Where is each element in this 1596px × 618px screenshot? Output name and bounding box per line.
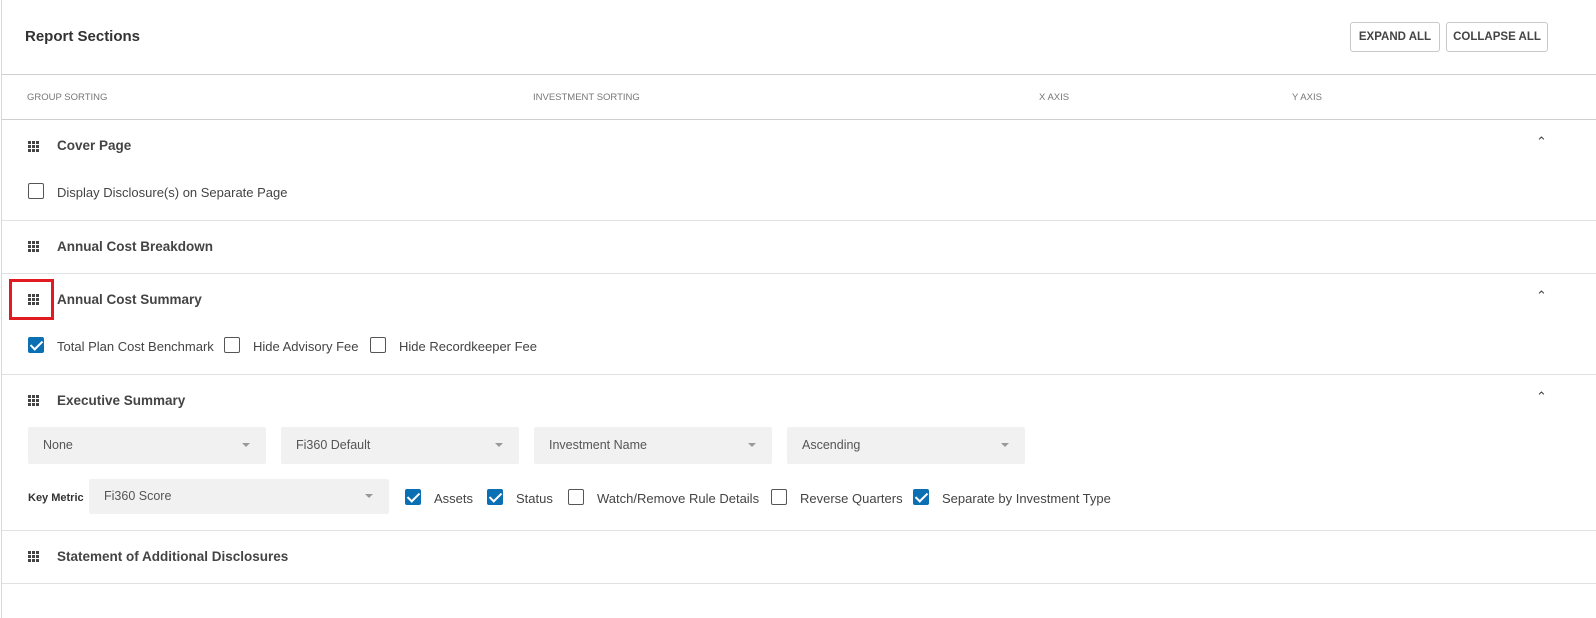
grip-icon[interactable] <box>28 141 39 152</box>
highlight-box <box>9 279 54 320</box>
panel-header: Report Sections EXPAND ALL COLLAPSE ALL <box>2 0 1596 75</box>
column-header-group-sorting: GROUP SORTING <box>27 92 108 103</box>
column-header-y-axis: Y AXIS <box>1292 92 1322 103</box>
checkbox-status[interactable] <box>487 489 503 505</box>
checkbox-label: Watch/Remove Rule Details <box>597 491 760 506</box>
caret-down-icon <box>495 443 503 447</box>
checkbox-label: Separate by Investment Type <box>942 491 1111 506</box>
section-title-additional-disclosures[interactable]: Statement of Additional Disclosures <box>57 549 288 564</box>
checkbox-total-plan-cost-benchmark[interactable] <box>28 337 44 353</box>
chevron-up-icon[interactable]: ⌃ <box>1536 389 1547 405</box>
caret-down-icon <box>365 494 373 498</box>
checkbox-assets[interactable] <box>405 489 421 505</box>
page-title: Report Sections <box>25 28 141 45</box>
section-title-annual-cost-summary[interactable]: Annual Cost Summary <box>57 292 202 307</box>
key-metric-label: Key Metric <box>28 492 84 504</box>
select-value: None <box>43 438 73 452</box>
section-title-annual-cost-breakdown[interactable]: Annual Cost Breakdown <box>57 239 213 254</box>
caret-down-icon <box>1001 443 1009 447</box>
checkbox-label: Hide Advisory Fee <box>253 339 359 354</box>
checkbox-label: Hide Recordkeeper Fee <box>399 339 538 354</box>
select-value: Fi360 Default <box>296 438 371 452</box>
section-annual-cost-summary: Annual Cost Summary ⌃ Total Plan Cost Be… <box>2 274 1596 375</box>
checkbox-hide-recordkeeper-fee[interactable] <box>370 337 386 353</box>
checkbox-display-disclosures[interactable] <box>28 183 44 199</box>
section-additional-disclosures: Statement of Additional Disclosures <box>2 531 1596 584</box>
group-sorting-select[interactable]: None <box>28 427 266 464</box>
section-title-cover-page[interactable]: Cover Page <box>57 138 131 153</box>
section-cover-page: Cover Page ⌃ Display Disclosure(s) on Se… <box>2 120 1596 221</box>
checkbox-label: Reverse Quarters <box>800 491 903 506</box>
collapse-all-button[interactable]: COLLAPSE ALL <box>1446 22 1548 52</box>
grip-icon[interactable] <box>28 395 39 406</box>
chevron-up-icon[interactable]: ⌃ <box>1536 134 1547 150</box>
chevron-up-icon[interactable]: ⌃ <box>1536 288 1547 304</box>
grip-icon[interactable] <box>28 551 39 562</box>
select-value: Ascending <box>802 438 861 452</box>
checkbox-watch-remove-rule-details[interactable] <box>568 489 584 505</box>
grip-icon[interactable] <box>28 241 39 252</box>
checkbox-label: Assets <box>434 491 474 506</box>
column-header-investment-sorting: INVESTMENT SORTING <box>533 92 640 103</box>
section-title-executive-summary[interactable]: Executive Summary <box>57 393 185 408</box>
expand-all-button[interactable]: EXPAND ALL <box>1350 22 1440 52</box>
select-value: Fi360 Score <box>104 489 172 503</box>
checkbox-label: Total Plan Cost Benchmark <box>57 339 214 354</box>
key-metric-select[interactable]: Fi360 Score <box>89 479 389 514</box>
checkbox-separate-by-investment-type[interactable] <box>913 489 929 505</box>
y-axis-select[interactable]: Ascending <box>787 427 1025 464</box>
report-sections-panel: Report Sections EXPAND ALL COLLAPSE ALL … <box>1 0 1596 618</box>
select-value: Investment Name <box>549 438 647 452</box>
section-executive-summary: Executive Summary ⌃ None Fi360 Default I… <box>2 375 1596 531</box>
caret-down-icon <box>748 443 756 447</box>
checkbox-label: Status <box>516 491 553 506</box>
checkbox-hide-advisory-fee[interactable] <box>224 337 240 353</box>
section-annual-cost-breakdown: Annual Cost Breakdown <box>2 221 1596 274</box>
checkbox-label: Display Disclosure(s) on Separate Page <box>57 185 288 200</box>
column-header-x-axis: X AXIS <box>1039 92 1070 103</box>
caret-down-icon <box>242 443 250 447</box>
column-headers: GROUP SORTING INVESTMENT SORTING X AXIS … <box>2 75 1596 120</box>
x-axis-select[interactable]: Investment Name <box>534 427 772 464</box>
investment-sorting-select[interactable]: Fi360 Default <box>281 427 519 464</box>
checkbox-reverse-quarters[interactable] <box>771 489 787 505</box>
